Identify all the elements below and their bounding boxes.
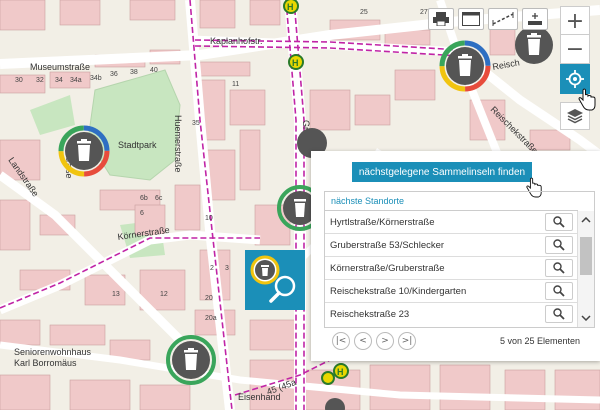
svg-text:2: 2 bbox=[210, 265, 214, 272]
trash-marker-reisch[interactable] bbox=[515, 26, 553, 64]
svg-text:6: 6 bbox=[140, 210, 144, 217]
svg-text:27: 27 bbox=[420, 9, 428, 16]
search-icon bbox=[553, 285, 565, 297]
trash-marker-seniorenwohnhaus[interactable] bbox=[166, 335, 216, 385]
chevron-down-icon bbox=[581, 315, 591, 321]
scroll-up-button[interactable] bbox=[578, 213, 594, 227]
zoom-to-location-button[interactable] bbox=[545, 236, 573, 254]
svg-text:20a: 20a bbox=[205, 315, 217, 322]
svg-text:6c: 6c bbox=[155, 195, 163, 202]
trash-icon bbox=[77, 139, 91, 161]
printer-icon bbox=[433, 12, 449, 26]
list-item[interactable]: Reischekstraße 23 bbox=[325, 303, 578, 326]
svg-text:34: 34 bbox=[55, 77, 63, 84]
bus-stop-icon[interactable]: H bbox=[288, 54, 304, 70]
street-label-stadtpark: Stadtpark bbox=[118, 140, 157, 150]
search-icon bbox=[553, 262, 565, 274]
list-item-label: Reischekstraße 10/Kindergarten bbox=[330, 286, 467, 297]
label-karl-borromaeus: Karl Borromäus bbox=[14, 358, 77, 368]
list-scrollbar[interactable] bbox=[577, 211, 594, 327]
svg-text:H: H bbox=[287, 2, 294, 12]
trash-marker-reischekstrasse[interactable] bbox=[439, 40, 491, 92]
zoom-out-button[interactable]: − bbox=[560, 34, 590, 64]
svg-text:34b: 34b bbox=[90, 75, 102, 82]
chevron-up-icon bbox=[581, 217, 591, 223]
print-button[interactable] bbox=[428, 8, 454, 30]
list-item[interactable]: Gruberstraße 53/Schlecker bbox=[325, 234, 578, 257]
svg-text:20: 20 bbox=[205, 295, 213, 302]
zoom-to-location-button[interactable] bbox=[545, 259, 573, 277]
svg-text:36: 36 bbox=[110, 71, 118, 78]
svg-text:H: H bbox=[337, 367, 344, 377]
measure-button[interactable] bbox=[488, 8, 518, 30]
bus-stop-icon[interactable]: H bbox=[283, 0, 299, 14]
scroll-down-button[interactable] bbox=[578, 311, 594, 325]
bus-stop-icon[interactable] bbox=[321, 371, 335, 385]
trash-icon bbox=[184, 348, 198, 370]
pager-last-button[interactable]: >| bbox=[398, 332, 416, 350]
scroll-thumb[interactable] bbox=[580, 237, 592, 275]
list-item-label: Hyrtlstraße/Körnerstraße bbox=[330, 217, 435, 228]
pager-info: 5 von 25 Elementen bbox=[499, 336, 580, 346]
list-item-label: Gruberstraße 53/Schlecker bbox=[330, 240, 445, 251]
search-area-icon bbox=[250, 255, 296, 303]
nearest-locations-panel: nächstgelegene Sammelinseln finden nächs… bbox=[311, 151, 600, 361]
svg-text:12: 12 bbox=[160, 291, 168, 298]
list-item-label: Reischekstraße 23 bbox=[330, 309, 410, 320]
svg-text:10: 10 bbox=[205, 215, 213, 222]
search-icon bbox=[553, 216, 565, 228]
street-label-museumstrasse: Museumstraße bbox=[30, 62, 90, 72]
street-label-kaplanhofstr: Kaplanhofstr. bbox=[210, 36, 263, 46]
pager-first-button[interactable]: |< bbox=[332, 332, 350, 350]
layout-button[interactable] bbox=[458, 8, 484, 30]
add-feature-button[interactable] bbox=[522, 8, 548, 30]
trash-icon bbox=[527, 33, 541, 55]
bus-stop-icon[interactable]: H bbox=[333, 363, 349, 379]
svg-text:32: 32 bbox=[36, 77, 44, 84]
locations-list: nächste Standorte Hyrtlstraße/Körnerstra… bbox=[324, 191, 595, 328]
search-area-button[interactable] bbox=[245, 250, 305, 310]
add-feature-icon bbox=[528, 13, 542, 25]
svg-text:3: 3 bbox=[225, 265, 229, 272]
zoom-to-location-button[interactable] bbox=[545, 305, 573, 323]
svg-text:34a: 34a bbox=[70, 77, 82, 84]
pager-next-button[interactable]: > bbox=[376, 332, 394, 350]
search-icon bbox=[553, 308, 565, 320]
zoom-to-location-button[interactable] bbox=[545, 282, 573, 300]
list-item-label: Körnerstraße/Gruberstraße bbox=[330, 263, 445, 274]
hand-cursor-icon bbox=[578, 88, 596, 111]
svg-text:H: H bbox=[292, 58, 299, 68]
zoom-to-location-button[interactable] bbox=[545, 213, 573, 231]
locate-icon bbox=[566, 70, 584, 88]
svg-text:40: 40 bbox=[150, 67, 158, 74]
measure-icon bbox=[492, 12, 514, 26]
trash-marker-stadtpark[interactable] bbox=[58, 125, 110, 177]
svg-text:11: 11 bbox=[232, 81, 239, 88]
layout-icon bbox=[462, 12, 480, 26]
svg-text:38: 38 bbox=[130, 69, 138, 76]
street-label-huemerstrasse: Huemerstraße bbox=[173, 115, 183, 173]
search-icon bbox=[553, 239, 565, 251]
list-item[interactable]: Körnerstraße/Gruberstraße bbox=[325, 257, 578, 280]
svg-text:6b: 6b bbox=[140, 195, 148, 202]
svg-text:13: 13 bbox=[112, 291, 120, 298]
trash-icon bbox=[458, 54, 472, 76]
svg-text:35: 35 bbox=[192, 120, 200, 127]
list-header: nächste Standorte bbox=[325, 192, 578, 211]
label-seniorenwohnhaus: Seniorenwohnhaus bbox=[14, 347, 92, 357]
zoom-in-button[interactable]: + bbox=[560, 6, 590, 36]
pager-prev-button[interactable]: < bbox=[354, 332, 372, 350]
list-item[interactable]: Hyrtlstraße/Körnerstraße bbox=[325, 211, 578, 234]
svg-text:25: 25 bbox=[360, 9, 368, 16]
list-item[interactable]: Reischekstraße 10/Kindergarten bbox=[325, 280, 578, 303]
svg-text:30: 30 bbox=[15, 77, 23, 84]
find-nearest-button[interactable]: nächstgelegene Sammelinseln finden bbox=[352, 162, 532, 182]
